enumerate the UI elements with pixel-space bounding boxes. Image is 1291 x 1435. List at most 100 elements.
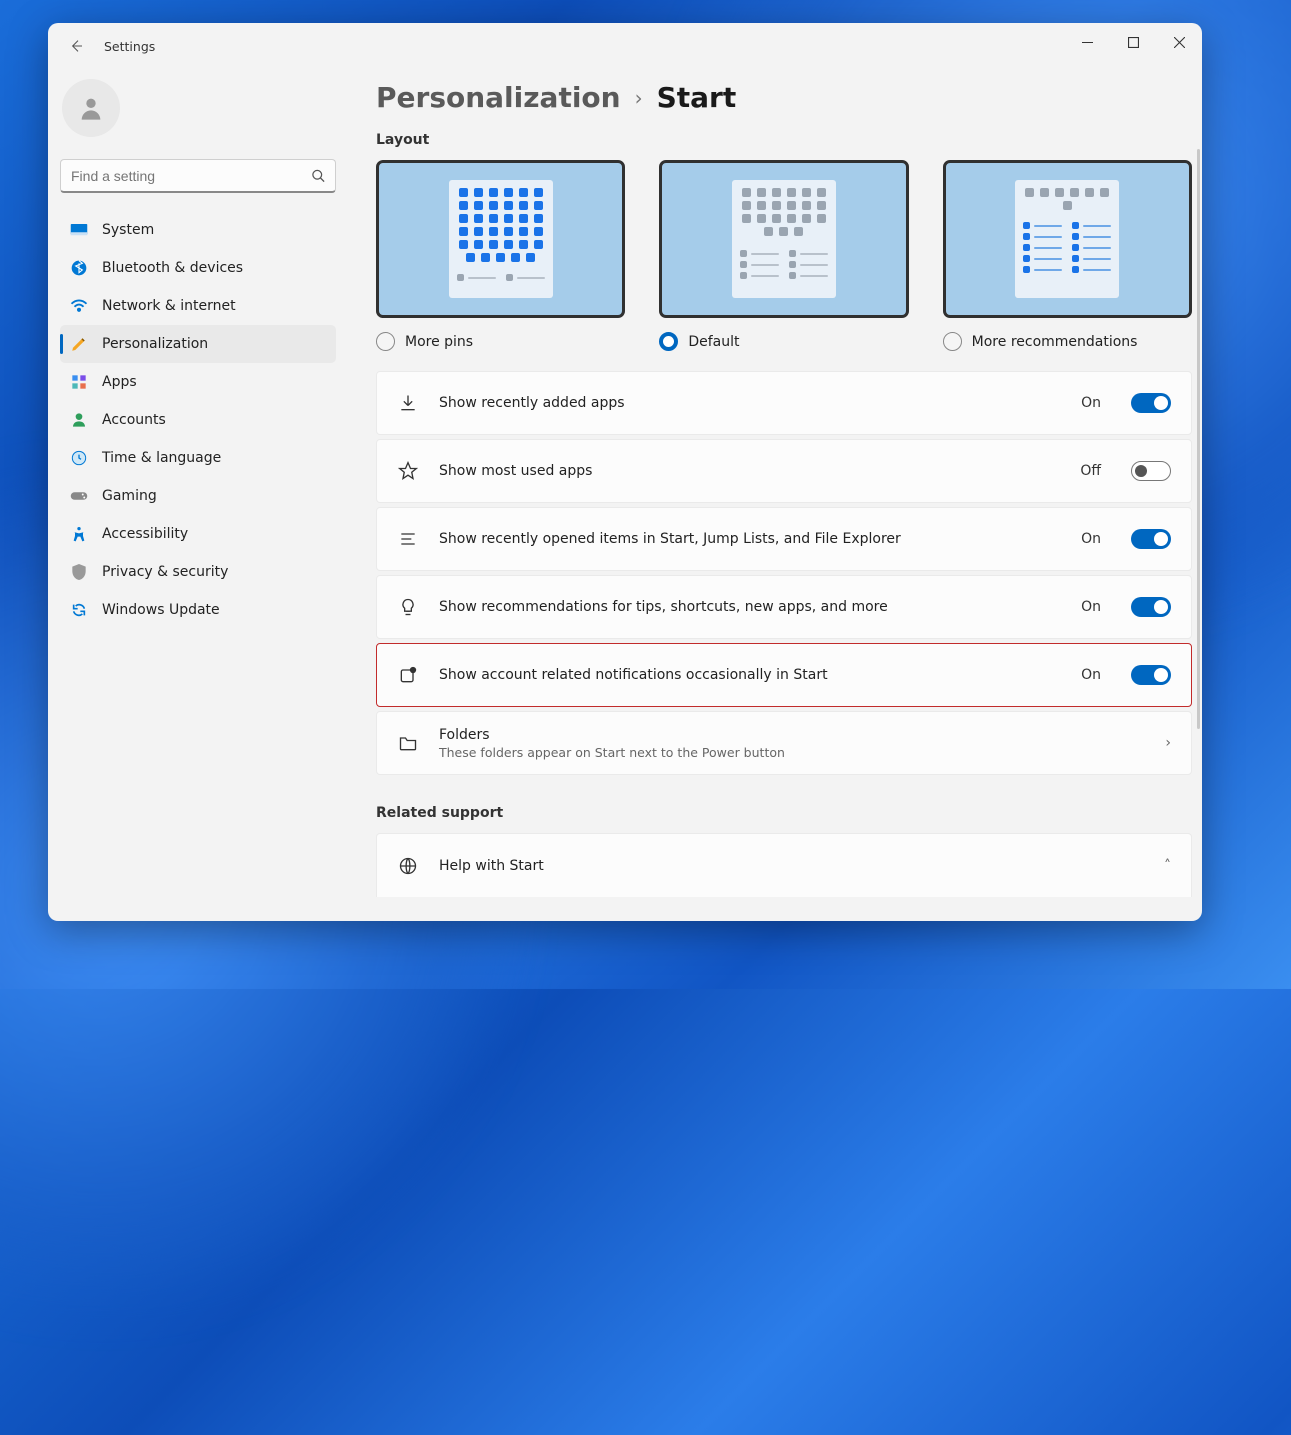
list-icon xyxy=(397,529,419,549)
sidebar-item-accessibility[interactable]: Accessibility xyxy=(60,515,336,553)
breadcrumb-parent[interactable]: Personalization xyxy=(376,81,621,114)
nav-list: System Bluetooth & devices Network & int… xyxy=(60,211,336,629)
nav-label: Bluetooth & devices xyxy=(102,260,243,276)
clock-icon xyxy=(70,449,88,467)
radio-label: More recommendations xyxy=(972,334,1138,350)
close-icon xyxy=(1174,37,1185,48)
nav-label: Privacy & security xyxy=(102,564,228,580)
toggle-switch[interactable] xyxy=(1131,597,1171,617)
nav-label: Accounts xyxy=(102,412,166,428)
back-button[interactable] xyxy=(62,32,90,60)
radio-label: More pins xyxy=(405,334,473,350)
search-input[interactable] xyxy=(60,159,336,193)
related-heading: Related support xyxy=(376,805,1192,821)
setting-most-used[interactable]: Show most used apps Off xyxy=(376,439,1192,503)
monitor-icon xyxy=(70,221,88,239)
star-icon xyxy=(397,461,419,481)
toggle-state: On xyxy=(1081,395,1101,411)
chevron-right-icon: › xyxy=(635,86,643,110)
layout-thumb-default xyxy=(659,160,908,318)
sidebar-item-accounts[interactable]: Accounts xyxy=(60,401,336,439)
toggle-state: On xyxy=(1081,667,1101,683)
person-icon xyxy=(70,411,88,429)
toggle-switch[interactable] xyxy=(1131,665,1171,685)
setting-account-notifications[interactable]: Show account related notifications occas… xyxy=(376,643,1192,707)
layout-option-default[interactable]: Default xyxy=(659,160,908,351)
nav-label: System xyxy=(102,222,154,238)
setting-recently-added[interactable]: Show recently added apps On xyxy=(376,371,1192,435)
sidebar-item-system[interactable]: System xyxy=(60,211,336,249)
breadcrumb-current: Start xyxy=(657,81,737,114)
settings-list: Show recently added apps On Show most us… xyxy=(376,371,1192,775)
bluetooth-icon xyxy=(70,259,88,277)
setting-label: Show recommendations for tips, shortcuts… xyxy=(439,599,1061,615)
app-title: Settings xyxy=(104,39,155,54)
globe-icon xyxy=(397,856,419,876)
sidebar-item-time[interactable]: Time & language xyxy=(60,439,336,477)
layout-thumb-more-recs xyxy=(943,160,1192,318)
maximize-icon xyxy=(1128,37,1139,48)
nav-label: Windows Update xyxy=(102,602,220,618)
folders-title: Folders xyxy=(439,727,1145,743)
layout-options: More pins xyxy=(376,160,1192,351)
nav-label: Personalization xyxy=(102,336,208,352)
user-avatar[interactable] xyxy=(62,79,120,137)
setting-recommendations[interactable]: Show recommendations for tips, shortcuts… xyxy=(376,575,1192,639)
layout-option-more-recs[interactable]: More recommendations xyxy=(943,160,1192,351)
shield-icon xyxy=(70,563,88,581)
search-container xyxy=(60,159,336,193)
setting-label: Show most used apps xyxy=(439,463,1060,479)
sidebar-item-gaming[interactable]: Gaming xyxy=(60,477,336,515)
toggle-switch[interactable] xyxy=(1131,393,1171,413)
setting-label: Show recently added apps xyxy=(439,395,1061,411)
minimize-icon xyxy=(1082,37,1093,48)
nav-label: Gaming xyxy=(102,488,157,504)
related-help[interactable]: Help with Start ˄ xyxy=(376,833,1192,897)
sidebar-item-network[interactable]: Network & internet xyxy=(60,287,336,325)
apps-icon xyxy=(70,373,88,391)
toggle-state: Off xyxy=(1080,463,1101,479)
nav-label: Accessibility xyxy=(102,526,188,542)
radio-icon xyxy=(376,332,395,351)
nav-label: Network & internet xyxy=(102,298,236,314)
scrollbar[interactable] xyxy=(1197,149,1200,729)
sidebar-item-bluetooth[interactable]: Bluetooth & devices xyxy=(60,249,336,287)
toggle-switch[interactable] xyxy=(1131,529,1171,549)
radio-icon xyxy=(659,332,678,351)
sidebar: System Bluetooth & devices Network & int… xyxy=(48,69,348,921)
accessibility-icon xyxy=(70,525,88,543)
toggle-state: On xyxy=(1081,531,1101,547)
toggle-switch[interactable] xyxy=(1131,461,1171,481)
folders-subtitle: These folders appear on Start next to th… xyxy=(439,745,1145,760)
wifi-icon xyxy=(70,297,88,315)
bulb-icon xyxy=(397,597,419,617)
radio-icon xyxy=(943,332,962,351)
setting-folders[interactable]: Folders These folders appear on Start ne… xyxy=(376,711,1192,775)
main-content: Personalization › Start Layout xyxy=(348,69,1202,921)
chevron-right-icon: › xyxy=(1165,735,1171,751)
setting-label: Folders These folders appear on Start ne… xyxy=(439,727,1145,760)
sidebar-item-privacy[interactable]: Privacy & security xyxy=(60,553,336,591)
layout-heading: Layout xyxy=(376,132,1202,148)
layout-option-more-pins[interactable]: More pins xyxy=(376,160,625,351)
radio-more-pins[interactable]: More pins xyxy=(376,332,625,351)
sidebar-item-update[interactable]: Windows Update xyxy=(60,591,336,629)
sidebar-item-apps[interactable]: Apps xyxy=(60,363,336,401)
radio-more-recs[interactable]: More recommendations xyxy=(943,332,1192,351)
gamepad-icon xyxy=(70,487,88,505)
close-button[interactable] xyxy=(1156,23,1202,61)
title-bar: Settings xyxy=(48,23,1202,69)
related-label: Help with Start xyxy=(439,858,1144,874)
layout-thumb-more-pins xyxy=(376,160,625,318)
radio-default[interactable]: Default xyxy=(659,332,908,351)
maximize-button[interactable] xyxy=(1110,23,1156,61)
breadcrumb: Personalization › Start xyxy=(376,81,1202,114)
nav-label: Apps xyxy=(102,374,137,390)
avatar-icon xyxy=(77,94,105,122)
minimize-button[interactable] xyxy=(1064,23,1110,61)
setting-recent-items[interactable]: Show recently opened items in Start, Jum… xyxy=(376,507,1192,571)
notification-icon xyxy=(397,665,419,685)
folder-icon xyxy=(397,734,419,752)
brush-icon xyxy=(70,335,88,353)
sidebar-item-personalization[interactable]: Personalization xyxy=(60,325,336,363)
